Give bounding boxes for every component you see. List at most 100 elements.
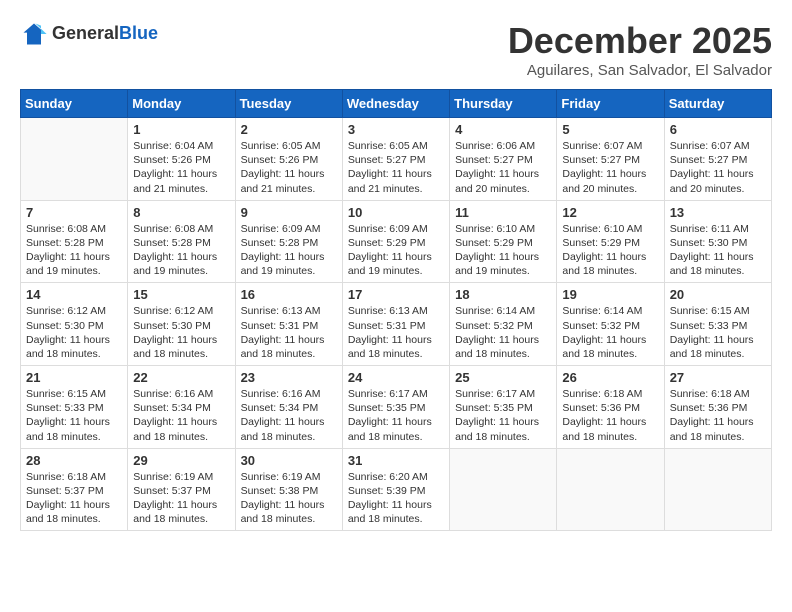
calendar-cell: 16 Sunrise: 6:13 AMSunset: 5:31 PMDayligh… [235,283,342,366]
calendar-week-row: 1Sunrise: 6:04 AMSunset: 5:26 PMDaylight… [21,118,772,201]
day-info: Sunrise: 6:17 AMSunset: 5:35 PMDaylight:… [348,387,444,444]
day-number: 26 [562,370,658,385]
weekday-header-monday: Monday [128,90,235,118]
calendar-cell: 27 Sunrise: 6:18 AMSunset: 5:36 PMDayligh… [664,366,771,449]
calendar-cell: 14 Sunrise: 6:12 AMSunset: 5:30 PMDayligh… [21,283,128,366]
calendar-week-row: 21 Sunrise: 6:15 AMSunset: 5:33 PMDayligh… [21,366,772,449]
month-title: December 2025 [508,20,772,62]
calendar-table: SundayMondayTuesdayWednesdayThursdayFrid… [20,89,772,531]
weekday-header-sunday: Sunday [21,90,128,118]
day-number: 4 [455,122,551,137]
day-number: 11 [455,205,551,220]
day-info: Sunrise: 6:19 AMSunset: 5:37 PMDaylight:… [133,470,229,527]
day-info: Sunrise: 6:12 AMSunset: 5:30 PMDaylight:… [26,304,122,361]
calendar-cell [21,118,128,201]
logo-blue-text: Blue [119,23,158,43]
day-info: Sunrise: 6:06 AMSunset: 5:27 PMDaylight:… [455,139,551,196]
weekday-header-thursday: Thursday [450,90,557,118]
day-number: 23 [241,370,337,385]
day-number: 13 [670,205,766,220]
day-number: 24 [348,370,444,385]
calendar-cell: 3 Sunrise: 6:05 AMSunset: 5:27 PMDaylight… [342,118,449,201]
day-info: Sunrise: 6:11 AMSunset: 5:30 PMDaylight:… [670,222,766,279]
day-number: 15 [133,287,229,302]
calendar-cell [450,448,557,531]
day-info: Sunrise: 6:10 AMSunset: 5:29 PMDaylight:… [562,222,658,279]
day-number: 17 [348,287,444,302]
calendar-cell: 11 Sunrise: 6:10 AMSunset: 5:29 PMDayligh… [450,200,557,283]
day-info: Sunrise: 6:08 AMSunset: 5:28 PMDaylight:… [133,222,229,279]
day-number: 29 [133,453,229,468]
calendar-cell: 7Sunrise: 6:08 AMSunset: 5:28 PMDaylight… [21,200,128,283]
day-number: 19 [562,287,658,302]
calendar-cell: 29 Sunrise: 6:19 AMSunset: 5:37 PMDayligh… [128,448,235,531]
calendar-week-row: 14 Sunrise: 6:12 AMSunset: 5:30 PMDayligh… [21,283,772,366]
day-number: 5 [562,122,658,137]
weekday-header-row: SundayMondayTuesdayWednesdayThursdayFrid… [21,90,772,118]
day-info: Sunrise: 6:13 AMSunset: 5:31 PMDaylight:… [241,304,337,361]
logo: GeneralBlue [20,20,158,48]
day-number: 6 [670,122,766,137]
calendar-cell: 30Sunrise: 6:19 AMSunset: 5:38 PMDayligh… [235,448,342,531]
day-info: Sunrise: 6:09 AMSunset: 5:29 PMDaylight:… [348,222,444,279]
day-info: Sunrise: 6:05 AMSunset: 5:27 PMDaylight:… [348,139,444,196]
day-info: Sunrise: 6:08 AMSunset: 5:28 PMDaylight:… [26,222,122,279]
calendar-cell: 23Sunrise: 6:16 AMSunset: 5:34 PMDayligh… [235,366,342,449]
calendar-cell: 12 Sunrise: 6:10 AMSunset: 5:29 PMDayligh… [557,200,664,283]
calendar-cell: 1Sunrise: 6:04 AMSunset: 5:26 PMDaylight… [128,118,235,201]
day-info: Sunrise: 6:12 AMSunset: 5:30 PMDaylight:… [133,304,229,361]
day-info: Sunrise: 6:15 AMSunset: 5:33 PMDaylight:… [26,387,122,444]
day-info: Sunrise: 6:18 AMSunset: 5:36 PMDaylight:… [670,387,766,444]
day-number: 14 [26,287,122,302]
day-info: Sunrise: 6:05 AMSunset: 5:26 PMDaylight:… [241,139,337,196]
day-number: 16 [241,287,337,302]
day-number: 3 [348,122,444,137]
day-number: 27 [670,370,766,385]
day-number: 21 [26,370,122,385]
day-info: Sunrise: 6:17 AMSunset: 5:35 PMDaylight:… [455,387,551,444]
day-number: 20 [670,287,766,302]
logo-general-text: General [52,23,119,43]
day-info: Sunrise: 6:14 AMSunset: 5:32 PMDaylight:… [455,304,551,361]
day-info: Sunrise: 6:07 AMSunset: 5:27 PMDaylight:… [562,139,658,196]
calendar-cell: 9Sunrise: 6:09 AMSunset: 5:28 PMDaylight… [235,200,342,283]
day-number: 12 [562,205,658,220]
day-info: Sunrise: 6:20 AMSunset: 5:39 PMDaylight:… [348,470,444,527]
day-info: Sunrise: 6:14 AMSunset: 5:32 PMDaylight:… [562,304,658,361]
calendar-cell: 2 Sunrise: 6:05 AMSunset: 5:26 PMDaylight… [235,118,342,201]
day-number: 1 [133,122,229,137]
day-number: 22 [133,370,229,385]
calendar-cell: 18 Sunrise: 6:14 AMSunset: 5:32 PMDayligh… [450,283,557,366]
logo-icon [20,20,48,48]
calendar-cell [664,448,771,531]
day-info: Sunrise: 6:10 AMSunset: 5:29 PMDaylight:… [455,222,551,279]
calendar-cell: 31Sunrise: 6:20 AMSunset: 5:39 PMDayligh… [342,448,449,531]
day-info: Sunrise: 6:18 AMSunset: 5:36 PMDaylight:… [562,387,658,444]
day-number: 25 [455,370,551,385]
calendar-cell: 28Sunrise: 6:18 AMSunset: 5:37 PMDayligh… [21,448,128,531]
calendar-cell: 6Sunrise: 6:07 AMSunset: 5:27 PMDaylight… [664,118,771,201]
title-block: December 2025 Aguilares, San Salvador, E… [508,20,772,79]
day-info: Sunrise: 6:19 AMSunset: 5:38 PMDaylight:… [241,470,337,527]
location: Aguilares, San Salvador, El Salvador [508,62,772,79]
day-number: 18 [455,287,551,302]
calendar-cell: 13 Sunrise: 6:11 AMSunset: 5:30 PMDayligh… [664,200,771,283]
calendar-cell: 22 Sunrise: 6:16 AMSunset: 5:34 PMDayligh… [128,366,235,449]
calendar-cell: 15 Sunrise: 6:12 AMSunset: 5:30 PMDayligh… [128,283,235,366]
calendar-cell: 25 Sunrise: 6:17 AMSunset: 5:35 PMDayligh… [450,366,557,449]
calendar-week-row: 7Sunrise: 6:08 AMSunset: 5:28 PMDaylight… [21,200,772,283]
calendar-cell: 21 Sunrise: 6:15 AMSunset: 5:33 PMDayligh… [21,366,128,449]
day-number: 2 [241,122,337,137]
weekday-header-wednesday: Wednesday [342,90,449,118]
calendar-cell: 20Sunrise: 6:15 AMSunset: 5:33 PMDayligh… [664,283,771,366]
calendar-cell: 8Sunrise: 6:08 AMSunset: 5:28 PMDaylight… [128,200,235,283]
day-number: 9 [241,205,337,220]
weekday-header-friday: Friday [557,90,664,118]
calendar-cell: 24 Sunrise: 6:17 AMSunset: 5:35 PMDayligh… [342,366,449,449]
calendar-cell [557,448,664,531]
day-info: Sunrise: 6:16 AMSunset: 5:34 PMDaylight:… [133,387,229,444]
calendar-cell: 17Sunrise: 6:13 AMSunset: 5:31 PMDayligh… [342,283,449,366]
calendar-cell: 19 Sunrise: 6:14 AMSunset: 5:32 PMDayligh… [557,283,664,366]
day-number: 10 [348,205,444,220]
weekday-header-saturday: Saturday [664,90,771,118]
